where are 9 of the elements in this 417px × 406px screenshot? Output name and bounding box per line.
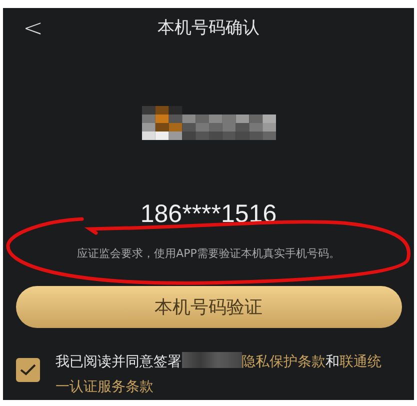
agreement-checkbox[interactable] bbox=[16, 358, 40, 382]
phone-number: 186****1516 bbox=[140, 200, 277, 229]
checkmark-icon bbox=[20, 364, 36, 376]
verify-button[interactable]: 本机号码验证 bbox=[16, 286, 402, 328]
back-button[interactable]: < bbox=[23, 14, 44, 42]
notice-text: 应证监会要求，使用APP需要验证本机真实手机号码。 bbox=[77, 246, 340, 261]
agreement-text: 我已阅读并同意签署 隐私保护条款和联通统一认证服务条款 bbox=[56, 350, 382, 397]
blurred-name bbox=[182, 352, 242, 368]
page-title: 本机号码确认 bbox=[158, 17, 260, 40]
